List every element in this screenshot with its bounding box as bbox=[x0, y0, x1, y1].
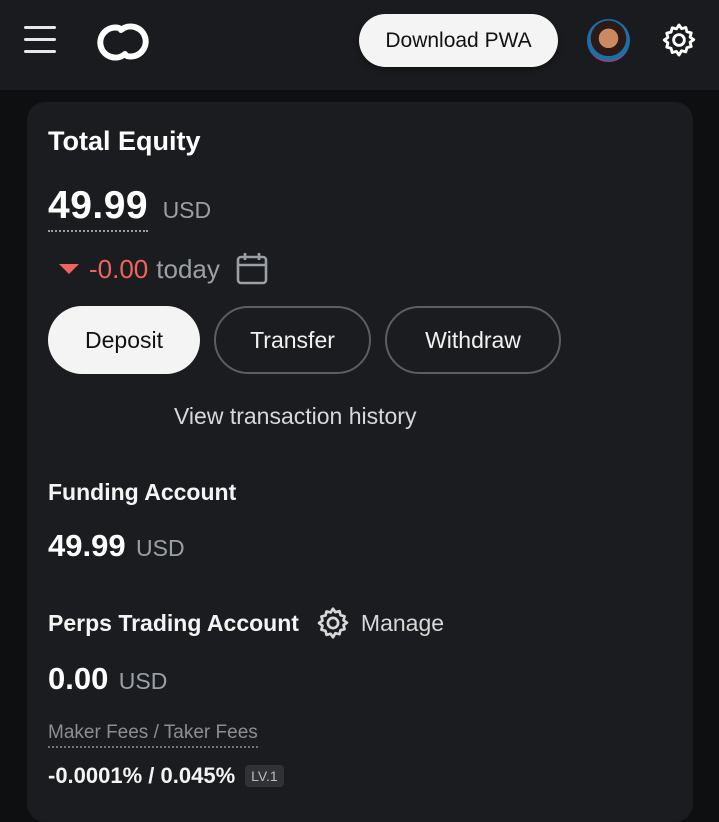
equity-unit: USD bbox=[162, 197, 212, 223]
transfer-button[interactable]: Transfer bbox=[214, 306, 371, 374]
avatar[interactable] bbox=[587, 19, 630, 62]
view-transaction-history-link[interactable]: View transaction history bbox=[174, 403, 416, 430]
download-pwa-button[interactable]: Download PWA bbox=[359, 14, 558, 67]
equity-change-row: -0.00 today bbox=[59, 252, 268, 286]
calendar-icon[interactable] bbox=[236, 252, 268, 286]
menu-icon[interactable] bbox=[24, 26, 58, 56]
equity-value[interactable]: 49.99 bbox=[48, 184, 149, 232]
account-card: Total Equity 49.99 USD -0.00 today Depos… bbox=[27, 102, 693, 822]
perps-header-row: Perps Trading Account Manage bbox=[48, 605, 444, 641]
logo-icon[interactable] bbox=[95, 20, 151, 64]
fees-row: -0.0001% / 0.045% LV.1 bbox=[48, 763, 284, 789]
withdraw-button[interactable]: Withdraw bbox=[385, 306, 561, 374]
top-bar: Download PWA bbox=[0, 0, 719, 90]
equity-change: -0.00 bbox=[89, 253, 149, 284]
down-arrow-icon bbox=[59, 264, 79, 274]
total-equity-title: Total Equity bbox=[48, 126, 201, 156]
funding-value: 49.99 bbox=[48, 528, 126, 563]
settings-icon[interactable] bbox=[660, 21, 698, 59]
equity-value-row: 49.99 USD bbox=[48, 184, 212, 232]
deposit-button[interactable]: Deposit bbox=[48, 306, 200, 374]
perps-unit: USD bbox=[118, 668, 168, 694]
fee-level-badge: LV.1 bbox=[245, 765, 284, 787]
manage-gear-icon[interactable] bbox=[315, 605, 351, 641]
manage-link[interactable]: Manage bbox=[361, 610, 444, 637]
funding-value-row: 49.99 USD bbox=[48, 528, 185, 564]
perps-value-row: 0.00 USD bbox=[48, 661, 167, 697]
fees-value: -0.0001% / 0.045% bbox=[48, 763, 236, 788]
perps-value: 0.00 bbox=[48, 661, 109, 696]
funding-unit: USD bbox=[136, 535, 185, 561]
fees-label[interactable]: Maker Fees / Taker Fees bbox=[48, 722, 258, 748]
perps-account-title: Perps Trading Account bbox=[48, 609, 299, 636]
change-period: today bbox=[156, 253, 220, 284]
funding-account-title: Funding Account bbox=[48, 479, 237, 505]
